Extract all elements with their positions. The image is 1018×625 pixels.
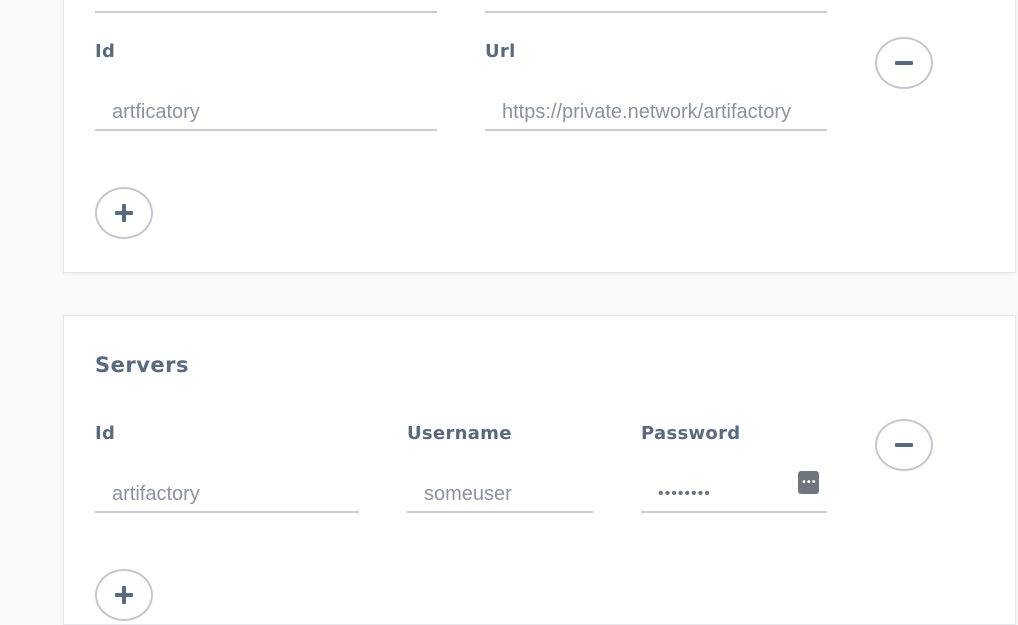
- repository-url-input[interactable]: [485, 95, 827, 129]
- repository-id-input[interactable]: [95, 95, 437, 129]
- repository-id-label: Id: [95, 41, 116, 62]
- server-id-input[interactable]: [95, 477, 359, 511]
- server-password-label: Password: [641, 423, 741, 444]
- server-username-field[interactable]: [407, 477, 593, 513]
- repositories-card: Id Url: [63, 0, 1016, 273]
- server-id-label: Id: [95, 423, 116, 444]
- minus-icon: [895, 443, 913, 447]
- plus-icon: [115, 204, 133, 222]
- servers-card: Servers Id Username Password •••: [63, 315, 1016, 625]
- minus-icon: [895, 61, 913, 65]
- repository-id-field[interactable]: [95, 95, 437, 131]
- password-manager-icon[interactable]: •••: [798, 471, 819, 494]
- server-id-field[interactable]: [95, 477, 359, 513]
- previous-row-url-field[interactable]: [485, 0, 827, 13]
- remove-repository-button[interactable]: [875, 37, 933, 89]
- server-username-input[interactable]: [407, 477, 593, 511]
- server-username-label: Username: [407, 423, 512, 444]
- repository-url-label: Url: [485, 41, 516, 62]
- add-server-button[interactable]: [95, 569, 153, 621]
- repository-url-field[interactable]: [485, 95, 827, 131]
- add-repository-button[interactable]: [95, 187, 153, 239]
- plus-icon: [115, 586, 133, 604]
- previous-row-id-field[interactable]: [95, 0, 437, 13]
- remove-server-button[interactable]: [875, 419, 933, 471]
- servers-title: Servers: [95, 353, 190, 377]
